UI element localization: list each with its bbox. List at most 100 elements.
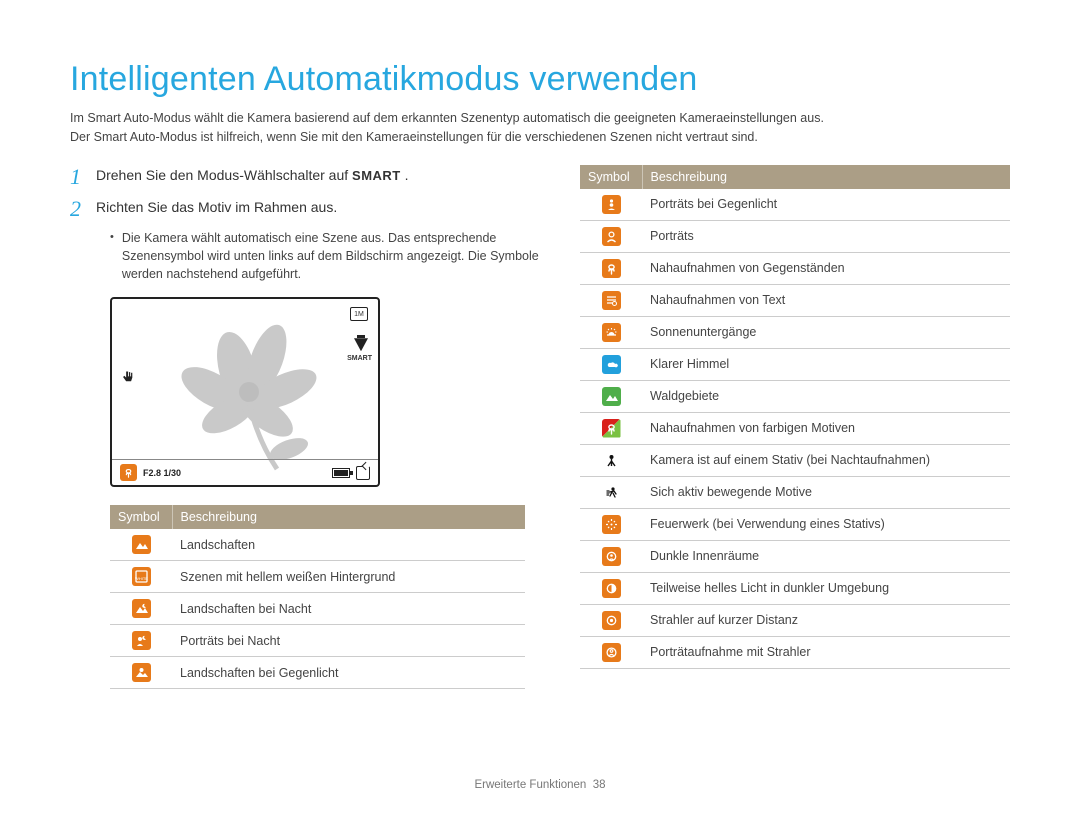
th-desc-r: Beschreibung <box>642 165 1010 189</box>
night-portrait-icon <box>132 631 151 650</box>
cell-icon <box>580 540 642 572</box>
cell-icon <box>580 572 642 604</box>
table-row: Nahaufnahmen von Text <box>580 284 1010 316</box>
step-2-text: Richten Sie das Motiv im Rahmen aus. <box>96 197 337 218</box>
cell-icon <box>580 444 642 476</box>
table-row: Sich aktiv bewegende Motive <box>580 476 1010 508</box>
table-row: Dunkle Innenräume <box>580 540 1010 572</box>
cell-icon <box>580 380 642 412</box>
tripod-icon <box>602 451 621 470</box>
manual-page: Intelligenten Automatikmodus verwenden I… <box>0 0 1080 815</box>
white-icon <box>132 567 151 586</box>
table-row: Szenen mit hellem weißen Hintergrund <box>110 561 525 593</box>
sunset-icon <box>602 323 621 342</box>
cell-desc: Nahaufnahmen von Gegenständen <box>642 252 1010 284</box>
camera-bottom-bar: F2.8 1/30 <box>112 459 378 485</box>
cell-icon <box>110 657 172 689</box>
table-row: Waldgebiete <box>580 380 1010 412</box>
cell-desc: Porträts bei Nacht <box>172 625 525 657</box>
table-row: Landschaften bei Nacht <box>110 593 525 625</box>
cell-icon <box>110 625 172 657</box>
table-row: Porträts bei Gegenlicht <box>580 189 1010 221</box>
sd-card-icon <box>356 466 370 480</box>
cell-desc: Landschaften bei Gegenlicht <box>172 657 525 689</box>
cell-desc: Dunkle Innenräume <box>642 540 1010 572</box>
cell-icon <box>580 252 642 284</box>
table-row: Porträts <box>580 220 1010 252</box>
night-landscape-icon <box>132 599 151 618</box>
cell-desc: Klarer Himmel <box>642 348 1010 380</box>
flash-icon <box>354 335 368 353</box>
anti-shake-icon <box>120 369 138 387</box>
resolution-icon: 1M <box>350 307 368 321</box>
symbol-table-right: Symbol Beschreibung Porträts bei Gegenli… <box>580 165 1010 669</box>
table-row: Nahaufnahmen von Gegenständen <box>580 252 1010 284</box>
step-2-bullet: • Die Kamera wählt automatisch eine Szen… <box>110 229 540 283</box>
intro-text: Im Smart Auto-Modus wählt die Kamera bas… <box>70 109 1010 147</box>
table-row: Porträts bei Nacht <box>110 625 525 657</box>
bullet-text: Die Kamera wählt automatisch eine Szene … <box>122 229 540 283</box>
landscape-icon <box>132 535 151 554</box>
cell-desc: Feuerwerk (bei Verwendung eines Stativs) <box>642 508 1010 540</box>
step-2: 2 Richten Sie das Motiv im Rahmen aus. <box>70 197 540 221</box>
footer-section: Erweiterte Funktionen <box>474 779 586 791</box>
partial-light-icon <box>602 579 621 598</box>
smart-label: SMART <box>352 168 401 183</box>
scene-macro-icon <box>120 464 137 481</box>
table-row: Strahler auf kurzer Distanz <box>580 604 1010 636</box>
table-row: Kamera ist auf einem Stativ (bei Nachtau… <box>580 444 1010 476</box>
cell-icon <box>110 561 172 593</box>
spotlight-icon <box>602 611 621 630</box>
cell-icon <box>580 604 642 636</box>
cell-icon <box>580 316 642 348</box>
table-row: Sonnenuntergänge <box>580 316 1010 348</box>
exposure-readout: F2.8 1/30 <box>143 468 181 478</box>
cell-desc: Porträts bei Gegenlicht <box>642 189 1010 221</box>
cell-desc: Nahaufnahmen von Text <box>642 284 1010 316</box>
table-row: Landschaften <box>110 529 525 561</box>
left-column: 1 Drehen Sie den Modus-Wählschalter auf … <box>70 165 540 690</box>
indoor-icon <box>602 547 621 566</box>
battery-icon <box>332 468 350 478</box>
forest-icon <box>602 387 621 406</box>
macro-color-icon <box>602 419 621 438</box>
flash-smart-label: SMART <box>347 355 372 362</box>
macro-text-icon <box>602 291 621 310</box>
fireworks-icon <box>602 515 621 534</box>
th-symbol-r: Symbol <box>580 165 642 189</box>
cell-icon <box>580 220 642 252</box>
step-1-number: 1 <box>70 165 96 189</box>
table-row: Teilweise helles Licht in dunkler Umgebu… <box>580 572 1010 604</box>
cell-icon <box>580 412 642 444</box>
cell-icon <box>580 348 642 380</box>
resolution-label: 1M <box>354 311 364 318</box>
step-1-post: . <box>401 167 409 183</box>
macro-object-icon <box>602 259 621 278</box>
cell-desc: Nahaufnahmen von farbigen Motiven <box>642 412 1010 444</box>
table-row: Nahaufnahmen von farbigen Motiven <box>580 412 1010 444</box>
cell-desc: Waldgebiete <box>642 380 1010 412</box>
cell-icon <box>580 284 642 316</box>
cell-desc: Strahler auf kurzer Distanz <box>642 604 1010 636</box>
cell-desc: Sich aktiv bewegende Motive <box>642 476 1010 508</box>
backlight-landscape-icon <box>132 663 151 682</box>
th-symbol: Symbol <box>110 505 172 529</box>
page-title: Intelligenten Automatikmodus verwenden <box>70 60 1010 99</box>
cell-desc: Szenen mit hellem weißen Hintergrund <box>172 561 525 593</box>
cell-icon <box>580 476 642 508</box>
cell-icon <box>580 508 642 540</box>
cell-desc: Sonnenuntergänge <box>642 316 1010 348</box>
portrait-icon <box>602 227 621 246</box>
cell-desc: Landschaften bei Nacht <box>172 593 525 625</box>
bullet-dot: • <box>110 229 114 283</box>
cell-icon <box>580 636 642 668</box>
portrait-spot-icon <box>602 643 621 662</box>
table-row: Feuerwerk (bei Verwendung eines Stativs) <box>580 508 1010 540</box>
flower-illustration <box>167 314 337 474</box>
bluesky-icon <box>602 355 621 374</box>
cell-icon <box>110 593 172 625</box>
step-1-pre: Drehen Sie den Modus-Wählschalter auf <box>96 167 352 183</box>
page-footer: Erweiterte Funktionen 38 <box>0 779 1080 791</box>
footer-page: 38 <box>593 779 606 791</box>
right-column: Symbol Beschreibung Porträts bei Gegenli… <box>580 165 1010 690</box>
